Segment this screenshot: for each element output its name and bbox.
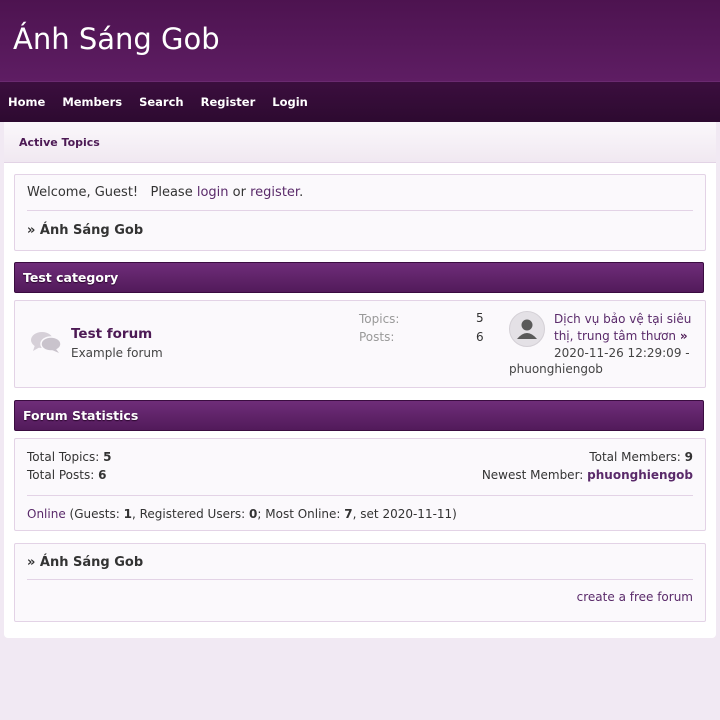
last-post-user[interactable]: phuonghiengob	[509, 362, 603, 376]
nav-login[interactable]: Login	[272, 95, 308, 109]
total-posts: Total Posts: 6	[27, 468, 106, 482]
total-topics-label: Total Topics:	[27, 450, 100, 464]
newest-member-label: Newest Member:	[481, 468, 584, 482]
stats-header: Forum Statistics	[14, 400, 704, 431]
nav-register[interactable]: Register	[201, 95, 256, 109]
posts-label: Posts:	[359, 330, 395, 344]
last-post-date: 2020-11-26 12:29:09 -	[554, 346, 690, 360]
last-post-arrow[interactable]: »	[680, 329, 688, 343]
total-posts-label: Total Posts:	[27, 468, 95, 482]
last-post-title[interactable]: Dịch vụ bảo vệ tại siêu	[554, 311, 691, 328]
avatar[interactable]	[509, 311, 545, 347]
divider	[27, 210, 693, 211]
main-nav: Home Members Search Register Login	[0, 81, 720, 122]
total-topics-value: 5	[103, 450, 112, 464]
nav-search[interactable]: Search	[139, 95, 184, 109]
most-online-date: , set 2020-11-11)	[352, 507, 457, 521]
forum-description: Example forum	[71, 346, 163, 360]
forum-icon	[31, 332, 62, 353]
registered-label: , Registered Users:	[131, 507, 246, 521]
sub-nav: Active Topics	[4, 122, 716, 163]
online-line: Online (Guests: 1, Registered Users: 0; …	[27, 507, 457, 521]
welcome-box: Welcome, Guest! Please login or register…	[14, 174, 706, 251]
newest-member: Newest Member: phuonghiengob	[482, 468, 693, 482]
site-title[interactable]: Ánh Sáng Gob	[13, 22, 220, 56]
total-members: Total Members: 9	[589, 450, 693, 464]
posts-count: 6	[476, 330, 484, 344]
content-wrapper: Active Topics Welcome, Guest! Please log…	[4, 122, 716, 638]
forum-name-link[interactable]: Test forum	[71, 326, 152, 342]
divider	[27, 495, 693, 496]
stats-box: Total Topics: 5 Total Posts: 6 Total Mem…	[14, 438, 706, 531]
footer-breadcrumb[interactable]: » Ánh Sáng Gob	[27, 555, 143, 570]
welcome-text: Welcome, Guest! Please	[27, 185, 193, 200]
register-link[interactable]: register	[250, 185, 299, 200]
create-forum-link[interactable]: create a free forum	[577, 590, 693, 604]
category-header[interactable]: Test category	[14, 262, 704, 293]
most-online-label: ; Most Online:	[257, 507, 341, 521]
last-post-title-cont[interactable]: thị, trung tâm thươn	[554, 329, 676, 343]
guests-label: (Guests:	[69, 507, 120, 521]
period-text: .	[299, 185, 304, 200]
topics-count: 5	[476, 311, 484, 325]
guests-value: 1	[123, 507, 132, 521]
welcome-line: Welcome, Guest! Please login or register…	[27, 185, 303, 200]
site-header: Ánh Sáng Gob	[0, 0, 720, 81]
breadcrumb[interactable]: » Ánh Sáng Gob	[27, 223, 143, 238]
newest-member-link[interactable]: phuonghiengob	[587, 468, 693, 482]
nav-members[interactable]: Members	[62, 95, 122, 109]
total-posts-value: 6	[98, 468, 107, 482]
online-link[interactable]: Online	[27, 507, 66, 521]
forum-row: Test forum Example forum Topics: 5 Posts…	[14, 300, 706, 388]
topics-label: Topics:	[359, 312, 400, 326]
nav-home[interactable]: Home	[8, 95, 45, 109]
most-online-value: 7	[344, 507, 353, 521]
footer-box: » Ánh Sáng Gob create a free forum	[14, 543, 706, 622]
or-text: or	[232, 185, 246, 200]
total-members-label: Total Members:	[589, 450, 681, 464]
login-link[interactable]: login	[197, 185, 229, 200]
total-topics: Total Topics: 5	[27, 450, 112, 464]
last-post: Dịch vụ bảo vệ tại siêu thị, trung tâm t…	[554, 311, 691, 362]
active-topics-link[interactable]: Active Topics	[19, 136, 100, 149]
total-members-value: 9	[684, 450, 693, 464]
divider	[27, 579, 693, 580]
